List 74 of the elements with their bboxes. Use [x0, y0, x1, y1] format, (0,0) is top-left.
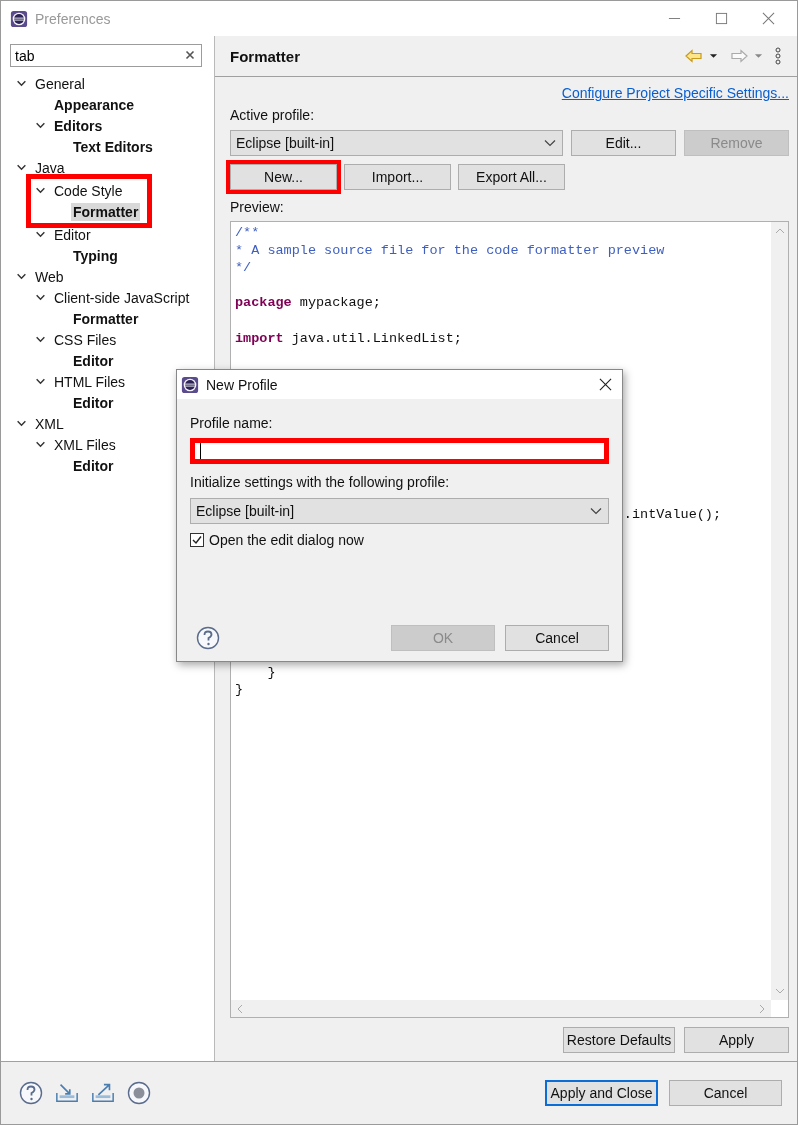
- code-line: * A sample source file for the code formatter preview: [235, 242, 665, 258]
- code-line: }: [266, 664, 276, 680]
- tree-item[interactable]: XML: [33, 414, 66, 433]
- maximize-icon[interactable]: [715, 12, 728, 25]
- chevron-down-icon[interactable]: [590, 507, 602, 515]
- tree-item[interactable]: CSS Files: [52, 330, 119, 349]
- page-button[interactable]: Restore Defaults: [563, 1027, 675, 1053]
- tree-item[interactable]: Editor: [71, 393, 116, 412]
- help-icon[interactable]: [196, 626, 220, 650]
- tree-item[interactable]: Typing: [71, 246, 120, 265]
- profile-name-field[interactable]: [190, 438, 609, 464]
- init-profile-label: Initialize settings with the following profile:: [190, 474, 451, 490]
- profile-name-label: Profile name:: [190, 415, 274, 431]
- tree-item[interactable]: Java: [33, 158, 67, 177]
- chevron-down-icon[interactable]: [16, 162, 27, 173]
- profile-button[interactable]: Export All...: [458, 164, 565, 190]
- tree-item[interactable]: Editor: [71, 456, 116, 475]
- code-line: .intValue();: [623, 506, 722, 522]
- chevron-down-icon[interactable]: [35, 229, 46, 240]
- filter-field[interactable]: tab: [10, 44, 202, 67]
- chevron-down-icon[interactable]: [544, 139, 556, 147]
- dialog-title: New Profile: [206, 376, 278, 393]
- code-line: /**: [235, 225, 260, 240]
- export-icon[interactable]: [91, 1081, 115, 1105]
- tree-item[interactable]: Editor: [71, 351, 116, 370]
- tree-item[interactable]: Formatter: [71, 202, 141, 221]
- tree-item[interactable]: Editor: [52, 225, 93, 244]
- help-icon[interactable]: [19, 1081, 43, 1105]
- clear-icon[interactable]: [185, 50, 195, 60]
- dialog-button[interactable]: Cancel: [669, 1080, 782, 1106]
- tree-item[interactable]: XML Files: [52, 435, 118, 454]
- tree-item[interactable]: Code Style: [52, 181, 125, 200]
- chevron-down-icon[interactable]: [35, 185, 46, 196]
- chevron-down-icon[interactable]: [16, 418, 27, 429]
- import-icon[interactable]: [55, 1081, 79, 1105]
- close-icon[interactable]: [599, 378, 612, 391]
- page-button[interactable]: Apply: [684, 1027, 789, 1053]
- profile-button[interactable]: Edit...: [571, 130, 676, 156]
- profile-button[interactable]: Import...: [344, 164, 451, 190]
- active-profile-label: Active profile:: [230, 107, 316, 123]
- checkbox-label[interactable]: Open the edit dialog now: [209, 532, 364, 548]
- tree-item[interactable]: Formatter: [71, 309, 141, 328]
- code-line: import java.util.LinkedList;: [235, 330, 462, 346]
- profile-dropdown[interactable]: Eclipse [built-in]: [230, 130, 563, 156]
- init-profile-dropdown[interactable]: Eclipse [built-in]: [190, 498, 609, 524]
- page-title: Formatter: [230, 47, 300, 65]
- chevron-down-icon[interactable]: [16, 271, 27, 282]
- dialog-button[interactable]: Cancel: [505, 625, 609, 651]
- dialog-button[interactable]: Apply and Close: [545, 1080, 658, 1106]
- app-icon: [10, 9, 28, 28]
- project-settings-link[interactable]: Configure Project Specific Settings...: [561, 85, 789, 101]
- chevron-down-icon[interactable]: [16, 78, 27, 89]
- tree-item[interactable]: General: [33, 74, 87, 93]
- menu-icon[interactable]: [775, 47, 781, 65]
- tree-item[interactable]: Text Editors: [71, 137, 155, 156]
- chevron-down-icon[interactable]: [35, 292, 46, 303]
- tree-item[interactable]: HTML Files: [52, 372, 128, 391]
- checkbox[interactable]: [190, 533, 204, 547]
- code-line: */: [235, 260, 252, 276]
- tree-item[interactable]: Client-side JavaScript: [52, 288, 192, 307]
- app-icon: [181, 375, 199, 394]
- chevron-down-icon[interactable]: [35, 376, 46, 387]
- tree-item[interactable]: Appearance: [52, 95, 137, 114]
- record-icon[interactable]: [127, 1081, 151, 1105]
- tree-item[interactable]: Web: [33, 267, 66, 286]
- chevron-down-icon[interactable]: [35, 334, 46, 345]
- chevron-down-icon[interactable]: [35, 439, 46, 450]
- dropdown-icon[interactable]: [709, 53, 718, 59]
- chevron-down-icon[interactable]: [35, 120, 46, 131]
- code-line: }: [235, 682, 244, 698]
- window-title: Preferences: [35, 10, 111, 27]
- preview-label: Preview:: [230, 199, 285, 215]
- tree-item[interactable]: Editors: [52, 116, 105, 135]
- code-line: package mypackage;: [235, 295, 381, 311]
